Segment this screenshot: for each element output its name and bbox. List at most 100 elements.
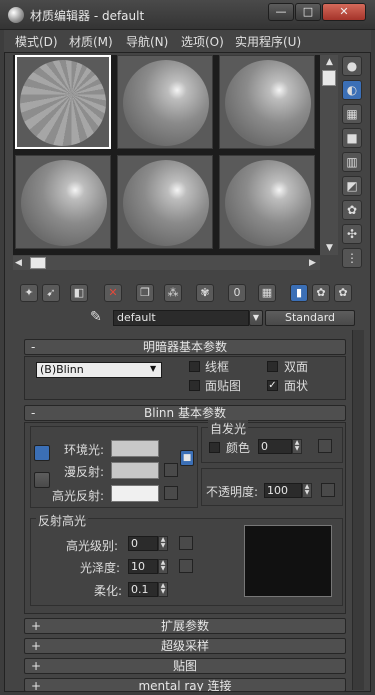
backlight-icon[interactable]: ◐ [342, 80, 362, 100]
shader-dropdown-icon[interactable]: ▼ [150, 364, 156, 373]
menu-navigation[interactable]: 导航(N) [126, 33, 168, 50]
faceted-checkbox[interactable]: ✓ [267, 380, 278, 391]
material-navigator-icon[interactable]: ⋮ [342, 248, 362, 268]
scroll-right-icon[interactable]: ▶ [309, 258, 316, 268]
reset-map-icon[interactable]: ✕ [104, 284, 122, 302]
self-illumination-value[interactable]: 0 [258, 439, 292, 454]
opacity-map-button[interactable] [321, 483, 335, 497]
menu-utilities[interactable]: 实用程序(U) [235, 33, 301, 50]
panel-scrollbar[interactable] [352, 330, 364, 690]
go-forward-icon[interactable]: ✿ [334, 284, 352, 302]
rollout-shader-basic[interactable]: - 明暗器基本参数 [24, 339, 346, 355]
background-icon[interactable]: ▦ [342, 104, 362, 124]
rollout-mental-ray-connection[interactable]: + mental ray 连接 [24, 678, 346, 692]
material-name-dropdown-icon[interactable]: ▼ [249, 310, 263, 326]
opacity-label: 不透明度: [206, 485, 259, 499]
options-icon[interactable]: ✿ [342, 200, 362, 220]
ambient-label: 环境光: [64, 443, 105, 457]
make-copy-icon[interactable]: ❐ [136, 284, 154, 302]
sample-slot[interactable] [117, 55, 213, 149]
sample-slot[interactable] [219, 155, 315, 249]
uv-tiling-icon[interactable]: ■ [342, 128, 362, 148]
rollout-extended-parameters[interactable]: + 扩展参数 [24, 618, 346, 634]
sample-slot[interactable] [15, 155, 111, 249]
rollout-blinn-basic[interactable]: - Blinn 基本参数 [24, 405, 346, 421]
scroll-left-icon[interactable]: ◀ [15, 258, 22, 268]
rollout-title: 明暗器基本参数 [142, 340, 227, 354]
vertical-scroll-thumb[interactable] [322, 70, 336, 86]
lock-diffuse-specular-icon[interactable] [34, 472, 50, 488]
video-color-check-icon[interactable]: ▥ [342, 152, 362, 172]
horizontal-scroll-thumb[interactable] [30, 257, 46, 269]
wire-checkbox[interactable] [189, 361, 200, 372]
scroll-up-icon[interactable]: ▲ [326, 57, 333, 67]
soften-label: 柔化: [94, 584, 123, 598]
glossiness-value[interactable]: 10 [128, 559, 158, 574]
opacity-spinner[interactable]: ▲ ▼ [302, 483, 312, 498]
eyedropper-icon[interactable]: ✎ [90, 309, 102, 325]
diffuse-label: 漫反射: [64, 465, 105, 479]
select-by-material-icon[interactable]: ✣ [342, 224, 362, 244]
scroll-down-icon[interactable]: ▼ [326, 243, 333, 253]
self-illumination-color-checkbox[interactable] [209, 442, 220, 453]
close-button[interactable]: ✕ [322, 3, 366, 21]
app-icon [8, 7, 24, 23]
specular-color-swatch[interactable] [111, 485, 159, 502]
get-material-icon[interactable]: ✦ [20, 284, 38, 302]
sample-type-icon[interactable]: ● [342, 56, 362, 76]
specular-level-value[interactable]: 0 [128, 536, 158, 551]
material-name-field[interactable]: default [113, 310, 249, 326]
face-map-checkbox[interactable] [189, 380, 200, 391]
diffuse-map-button[interactable] [164, 463, 178, 477]
two-sided-checkbox[interactable] [267, 361, 278, 372]
rollout-title: Blinn 基本参数 [144, 406, 226, 420]
sample-slot[interactable] [15, 55, 111, 149]
menu-material[interactable]: 材质(M) [69, 33, 113, 50]
material-type-button[interactable]: Standard [265, 310, 355, 326]
assign-to-selection-icon[interactable]: ◧ [70, 284, 88, 302]
soften-value[interactable]: 0.1 [128, 582, 158, 597]
specular-level-spinner[interactable]: ▲ ▼ [158, 536, 168, 551]
rollout-maps[interactable]: + 贴图 [24, 658, 346, 674]
go-to-parent-icon[interactable]: ✿ [312, 284, 330, 302]
specular-highlights-title: 反射高光 [36, 512, 89, 529]
show-end-result-icon[interactable]: ▮ [290, 284, 308, 302]
diffuse-color-swatch[interactable] [111, 462, 159, 479]
put-to-library-icon[interactable]: ✾ [196, 284, 214, 302]
rollout-supersampling[interactable]: + 超级采样 [24, 638, 346, 654]
glossiness-spinner[interactable]: ▲ ▼ [158, 559, 168, 574]
specular-map-button[interactable] [164, 486, 178, 500]
specular-label: 高光反射: [52, 489, 105, 503]
specular-level-map-button[interactable] [179, 536, 193, 550]
menu-mode[interactable]: 模式(D) [15, 33, 58, 50]
put-to-scene-icon[interactable]: ➹ [42, 284, 60, 302]
sample-slot[interactable] [219, 55, 315, 149]
lock-ambient-diffuse-icon[interactable] [34, 445, 50, 461]
minimize-button[interactable]: — [268, 3, 294, 21]
make-unique-icon[interactable]: ⁂ [164, 284, 182, 302]
menu-options[interactable]: 选项(O) [181, 33, 224, 50]
maximize-button[interactable]: □ [295, 3, 321, 21]
slots-horizontal-scrollbar[interactable] [13, 256, 320, 270]
rollout-title: 扩展参数 [160, 619, 209, 633]
soften-spinner[interactable]: ▲ ▼ [158, 582, 168, 597]
make-preview-icon[interactable]: ◩ [342, 176, 362, 196]
sample-slot[interactable] [117, 155, 213, 249]
shader-type-select[interactable]: (B)Blinn [36, 362, 162, 378]
lock-icon[interactable]: ■ [180, 450, 194, 466]
ambient-color-swatch[interactable] [111, 440, 159, 457]
face-map-label: 面贴图 [205, 379, 242, 393]
rollout-title: 贴图 [172, 659, 197, 673]
opacity-value[interactable]: 100 [264, 483, 302, 498]
self-illumination-title: 自发光 [208, 420, 249, 437]
glossiness-map-button[interactable] [179, 559, 193, 573]
self-illumination-map-button[interactable] [318, 439, 332, 453]
specular-level-label: 高光级别: [66, 539, 119, 553]
glossiness-label: 光泽度: [80, 561, 121, 575]
rollout-title: mental ray 连接 [138, 679, 232, 692]
material-id-icon[interactable]: 0 [228, 284, 246, 302]
show-map-icon[interactable]: ▦ [258, 284, 276, 302]
self-illumination-spinner[interactable]: ▲ ▼ [292, 439, 302, 454]
faceted-label: 面状 [284, 379, 309, 393]
wire-label: 线框 [205, 360, 230, 374]
